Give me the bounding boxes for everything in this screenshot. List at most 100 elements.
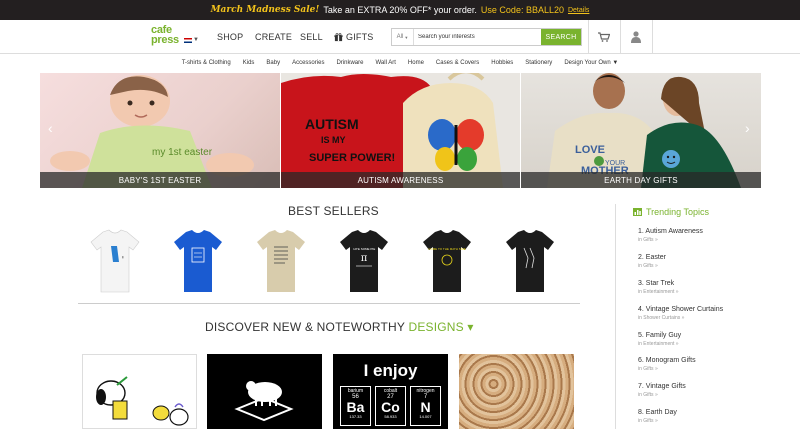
search-scope-select[interactable]: All ▼: [392, 29, 414, 45]
nav-create[interactable]: CREATE: [255, 20, 292, 54]
category-home[interactable]: Home: [402, 60, 430, 66]
promo-text: Take an EXTRA 20% OFF* your order.: [323, 5, 477, 15]
category-hobbies[interactable]: Hobbies: [485, 60, 519, 66]
chevron-down-icon: ▼: [193, 37, 199, 43]
category-baby[interactable]: Baby: [260, 60, 286, 66]
design-tile-sheep[interactable]: [207, 354, 322, 429]
element-symbol: N: [420, 399, 431, 415]
section-divider: [78, 303, 580, 304]
nav-shop[interactable]: SHOP: [217, 20, 243, 54]
shirt-print-text: I ATE SOME PIE: [353, 247, 375, 251]
trending-item-category: in Gifts »: [638, 263, 658, 269]
discover-designs-dropdown[interactable]: DESIGNS ▾: [408, 320, 473, 334]
trending-item-category: in Gifts »: [638, 418, 658, 424]
discover-title-prefix: DISCOVER NEW & NOTEWORTHY: [205, 320, 405, 334]
chevron-down-icon: ▼: [404, 34, 409, 40]
trending-item-title: 4. Vintage Shower Curtains: [638, 306, 724, 313]
element-nitrogen: nitrogen 7 N 14.007: [410, 386, 441, 426]
category-tshirts[interactable]: T-shirts & Clothing: [176, 60, 237, 66]
trending-item-title: 5. Family Guy: [638, 332, 682, 339]
user-icon: [631, 31, 641, 43]
tile-headline: I enjoy: [363, 361, 418, 380]
design-tile-i-enjoy-bacon[interactable]: I enjoy barium 56 Ba 137.33 cobalt 27 Co…: [333, 354, 448, 429]
promo-details-link[interactable]: Details: [568, 7, 589, 14]
nav-sell-label: SELL: [300, 32, 323, 42]
baby-easter-photo: my 1st easter: [50, 75, 254, 188]
trending-item-2[interactable]: 2. Easter in Gifts »: [638, 254, 666, 269]
gift-icon: [334, 32, 343, 41]
header-divider: [652, 20, 653, 54]
snoopy-design: [96, 376, 189, 426]
svg-text:AUTISM: AUTISM: [305, 116, 359, 132]
promo-code: Use Code: BBALL20: [480, 5, 564, 15]
nav-gifts-label: GIFTS: [346, 32, 374, 42]
earth-day-couple-photo: LOVE YOUR MOTHER: [547, 73, 741, 188]
hero-caption-earth-day: EARTH DAY GIFTS: [521, 172, 761, 188]
search-button[interactable]: SEARCH: [541, 29, 581, 45]
hero-banner-easter[interactable]: my 1st easter BABY'S 1ST EASTER: [40, 73, 280, 188]
best-seller-shirt-2[interactable]: [172, 228, 224, 294]
category-kids[interactable]: Kids: [237, 60, 261, 66]
trending-item-6[interactable]: 6. Monogram Gifts in Gifts »: [638, 357, 696, 372]
trending-item-category: in Gifts »: [638, 392, 658, 398]
element-barium: barium 56 Ba 137.33: [340, 386, 371, 426]
sidebar-divider: [615, 204, 616, 429]
element-cobalt: cobalt 27 Co 58.933: [375, 386, 406, 426]
nav-sell[interactable]: SELL: [300, 20, 323, 54]
element-symbol: Co: [381, 399, 400, 415]
trending-item-1[interactable]: 1. Autism Awareness in Gifts »: [638, 228, 703, 243]
trending-item-category: in Entertainment »: [638, 289, 679, 295]
trending-item-8[interactable]: 8. Earth Day in Gifts »: [638, 409, 677, 424]
site-header: cafe press ▼ SHOP CREATE SELL GIFTS All …: [0, 20, 800, 54]
chevron-down-icon: ▾: [467, 320, 474, 334]
nav-gifts[interactable]: GIFTS: [334, 20, 374, 54]
trending-item-5[interactable]: 5. Family Guy in Entertainment »: [638, 332, 681, 347]
best-sellers-title: BEST SELLERS: [288, 204, 379, 218]
search-input[interactable]: [414, 34, 538, 40]
carousel-next-arrow[interactable]: ›: [745, 120, 750, 136]
hero-caption-autism: AUTISM AWARENESS: [281, 172, 520, 188]
element-symbol: Ba: [346, 399, 365, 415]
category-drinkware[interactable]: Drinkware: [330, 60, 369, 66]
best-seller-shirt-1[interactable]: ▮: [89, 228, 141, 294]
best-seller-shirt-4[interactable]: I ATE SOME PIE π: [338, 228, 390, 294]
trending-item-3[interactable]: 3. Star Trek in Entertainment »: [638, 280, 679, 295]
design-tile-wood-pattern[interactable]: [459, 354, 574, 429]
nav-shop-label: SHOP: [217, 32, 244, 42]
hero-caption-easter: BABY'S 1ST EASTER: [40, 172, 280, 188]
trending-item-4[interactable]: 4. Vintage Shower Curtains in Shower Curt…: [638, 306, 723, 321]
discover-accent-label: DESIGNS: [408, 320, 464, 334]
svg-text:IS MY: IS MY: [321, 135, 346, 145]
trending-item-7[interactable]: 7. Vintage Gifts in Gifts »: [638, 383, 686, 398]
trending-topics-title: Trending Topics: [646, 207, 710, 217]
hero-banner-earth-day[interactable]: LOVE YOUR MOTHER EARTH DAY GIFTS: [521, 73, 761, 188]
best-seller-shirt-5[interactable]: COME TO THE MATH SIDE: [421, 228, 473, 294]
promo-bar: March Madness Sale! Take an EXTRA 20% OF…: [0, 0, 800, 20]
category-stationery[interactable]: Stationery: [519, 60, 558, 66]
best-seller-shirt-3[interactable]: [255, 228, 307, 294]
design-tile-snoopy[interactable]: [82, 354, 197, 429]
cafepress-logo[interactable]: cafe press ▼: [151, 25, 199, 49]
category-nav: T-shirts & Clothing Kids Baby Accessorie…: [0, 55, 800, 70]
element-mass: 137.33: [349, 414, 362, 419]
category-cases-covers[interactable]: Cases & Covers: [430, 60, 485, 66]
best-seller-shirt-6[interactable]: [504, 228, 556, 294]
category-accessories[interactable]: Accessories: [286, 60, 330, 66]
trending-item-category: in Gifts »: [638, 366, 658, 372]
carousel-prev-arrow[interactable]: ‹: [48, 120, 53, 136]
promo-headline: March Madness Sale!: [210, 5, 320, 15]
trending-topics-header: Trending Topics: [633, 207, 709, 217]
trending-item-category: in Entertainment »: [638, 341, 679, 347]
trending-item-title: 6. Monogram Gifts: [638, 357, 696, 364]
trending-item-title: 3. Star Trek: [638, 280, 675, 287]
element-mass: 14.007: [419, 414, 432, 419]
search-scope-label: All: [396, 34, 404, 40]
category-design-your-own[interactable]: Design Your Own ▼: [558, 60, 624, 66]
hero-banner-autism[interactable]: AUTISM IS MY SUPER POWER! AUTISM AWARENE…: [281, 73, 520, 188]
nav-create-label: CREATE: [255, 32, 293, 42]
svg-text:SUPER POWER!: SUPER POWER!: [309, 152, 395, 164]
autism-products-photo: AUTISM IS MY SUPER POWER!: [281, 73, 503, 188]
account-button[interactable]: [621, 20, 651, 54]
cart-button[interactable]: [589, 20, 619, 54]
category-wall-art[interactable]: Wall Art: [369, 60, 401, 66]
